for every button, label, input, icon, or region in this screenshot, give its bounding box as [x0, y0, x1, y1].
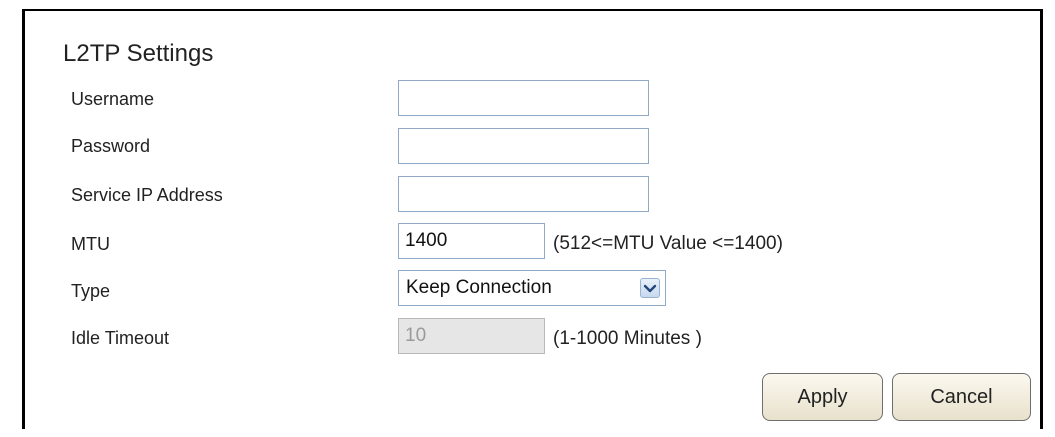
l2tp-settings-panel: L2TP Settings Username Password Service …	[22, 9, 1043, 429]
chevron-down-icon[interactable]	[640, 278, 660, 298]
password-input[interactable]	[398, 128, 649, 164]
service-ip-input[interactable]	[398, 176, 649, 212]
type-selected-value: Keep Connection	[406, 277, 552, 298]
service-ip-label: Service IP Address	[71, 185, 223, 205]
username-label: Username	[71, 89, 155, 109]
section-title: L2TP Settings	[63, 40, 214, 67]
type-select[interactable]: Keep Connection	[398, 270, 666, 306]
idle-timeout-input: 10	[398, 318, 545, 354]
mtu-label: MTU	[71, 234, 110, 254]
type-label: Type	[71, 281, 111, 301]
idle-timeout-label: Idle Timeout	[71, 328, 170, 348]
apply-button[interactable]: Apply	[762, 373, 883, 421]
idle-timeout-range-hint: (1-1000 Minutes )	[553, 328, 702, 349]
mtu-input[interactable]: 1400	[398, 223, 545, 259]
password-label: Password	[71, 136, 151, 156]
cancel-button[interactable]: Cancel	[892, 373, 1031, 421]
mtu-range-hint: (512<=MTU Value <=1400)	[553, 233, 783, 254]
username-input[interactable]	[398, 80, 649, 116]
